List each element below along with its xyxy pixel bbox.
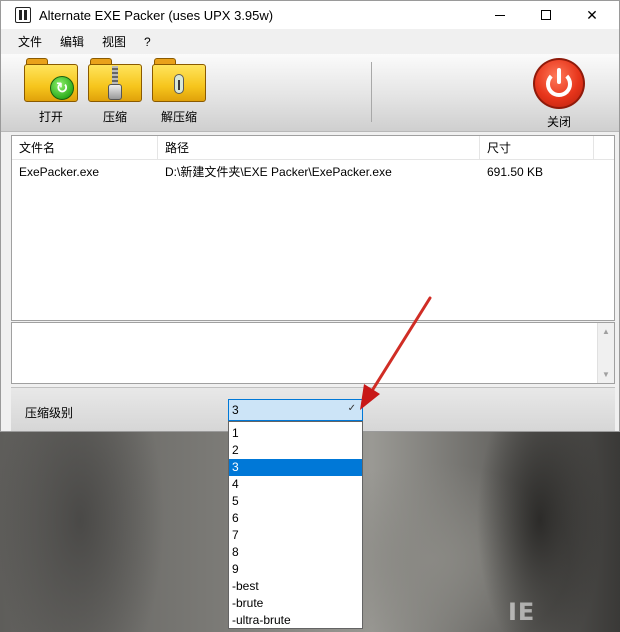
toolbar: ↻ 打开 压缩 解压缩 关闭 (1, 54, 619, 132)
dropdown-option[interactable]: 9 (229, 561, 362, 578)
file-list[interactable]: 文件名 路径 尺寸 ExePacker.exe D:\新建文件夹\EXE Pac… (11, 135, 615, 321)
decompress-button[interactable]: 解压缩 (149, 58, 209, 130)
toolbar-separator (371, 62, 372, 122)
dropdown-option[interactable]: 7 (229, 527, 362, 544)
file-name-cell: ExePacker.exe (19, 165, 100, 179)
dropdown-option[interactable]: -ultra-brute (229, 612, 362, 629)
log-scrollbar[interactable]: ▲ ▼ (597, 323, 614, 383)
dropdown-option[interactable]: 4 (229, 476, 362, 493)
compression-level-value: 3 (232, 403, 239, 417)
compress-label: 压缩 (102, 110, 127, 124)
title-bar[interactable]: Alternate EXE Packer (uses UPX 3.95w) ✕ (1, 1, 619, 29)
open-button[interactable]: ↻ 打开 (21, 58, 81, 130)
window-title: Alternate EXE Packer (uses UPX 3.95w) (39, 7, 274, 23)
list-header: 文件名 路径 尺寸 (12, 136, 614, 160)
open-label: 打开 (38, 110, 63, 124)
menu-edit[interactable]: 编辑 (51, 30, 93, 53)
close-app-button[interactable]: 关闭 (529, 58, 589, 130)
open-folder-icon: ↻ (24, 58, 78, 102)
table-row[interactable]: ExePacker.exe D:\新建文件夹\EXE Packer\ExePac… (12, 160, 614, 184)
close-window-button[interactable]: ✕ (569, 1, 615, 29)
watermark-logo: IE (508, 598, 536, 626)
close-label: 关闭 (546, 115, 571, 129)
dropdown-option[interactable]: -best (229, 578, 362, 595)
menu-help[interactable]: ? (135, 32, 160, 52)
menu-bar: 文件 编辑 视图 ? (1, 29, 619, 54)
decompress-folder-icon (152, 58, 206, 102)
chevron-down-icon[interactable]: ✓ (348, 403, 356, 414)
close-icon: ✕ (586, 6, 598, 23)
scroll-up-icon[interactable]: ▲ (602, 327, 610, 336)
minimize-icon (495, 14, 505, 16)
dropdown-option[interactable]: -brute (229, 595, 362, 612)
compression-level-select[interactable]: 3 ✓ (228, 399, 363, 421)
compress-button[interactable]: 压缩 (85, 58, 145, 130)
decompress-label: 解压缩 (160, 110, 197, 124)
file-size-cell: 691.50 KB (487, 165, 544, 179)
dropdown-option[interactable]: 5 (229, 493, 362, 510)
app-window: Alternate EXE Packer (uses UPX 3.95w) ✕ … (0, 0, 620, 432)
compress-folder-icon (88, 58, 142, 102)
maximize-icon (541, 10, 551, 20)
compression-level-label: 压缩级别 (25, 406, 74, 420)
dropdown-option[interactable]: 6 (229, 510, 362, 527)
minimize-button[interactable] (477, 1, 523, 29)
app-icon (15, 7, 31, 23)
menu-view[interactable]: 视图 (93, 30, 135, 53)
file-path-cell: D:\新建文件夹\EXE Packer\ExePacker.exe (165, 165, 392, 179)
dropdown-option[interactable]: 8 (229, 544, 362, 561)
dropdown-option[interactable]: 2 (229, 442, 362, 459)
power-icon (533, 58, 585, 109)
column-header-name[interactable]: 文件名 (12, 136, 158, 159)
menu-file[interactable]: 文件 (9, 30, 51, 53)
maximize-button[interactable] (523, 1, 569, 29)
log-output[interactable]: ▲ ▼ (11, 322, 615, 384)
scroll-down-icon[interactable]: ▼ (602, 370, 610, 379)
column-header-size[interactable]: 尺寸 (480, 136, 594, 159)
dropdown-option[interactable]: 3 (229, 459, 362, 476)
column-header-path[interactable]: 路径 (158, 136, 480, 159)
dropdown-option[interactable]: 1 (229, 425, 362, 442)
compression-level-dropdown: 1 2 3 4 5 6 7 8 9 -best -brute -ultra-brute (228, 421, 363, 629)
